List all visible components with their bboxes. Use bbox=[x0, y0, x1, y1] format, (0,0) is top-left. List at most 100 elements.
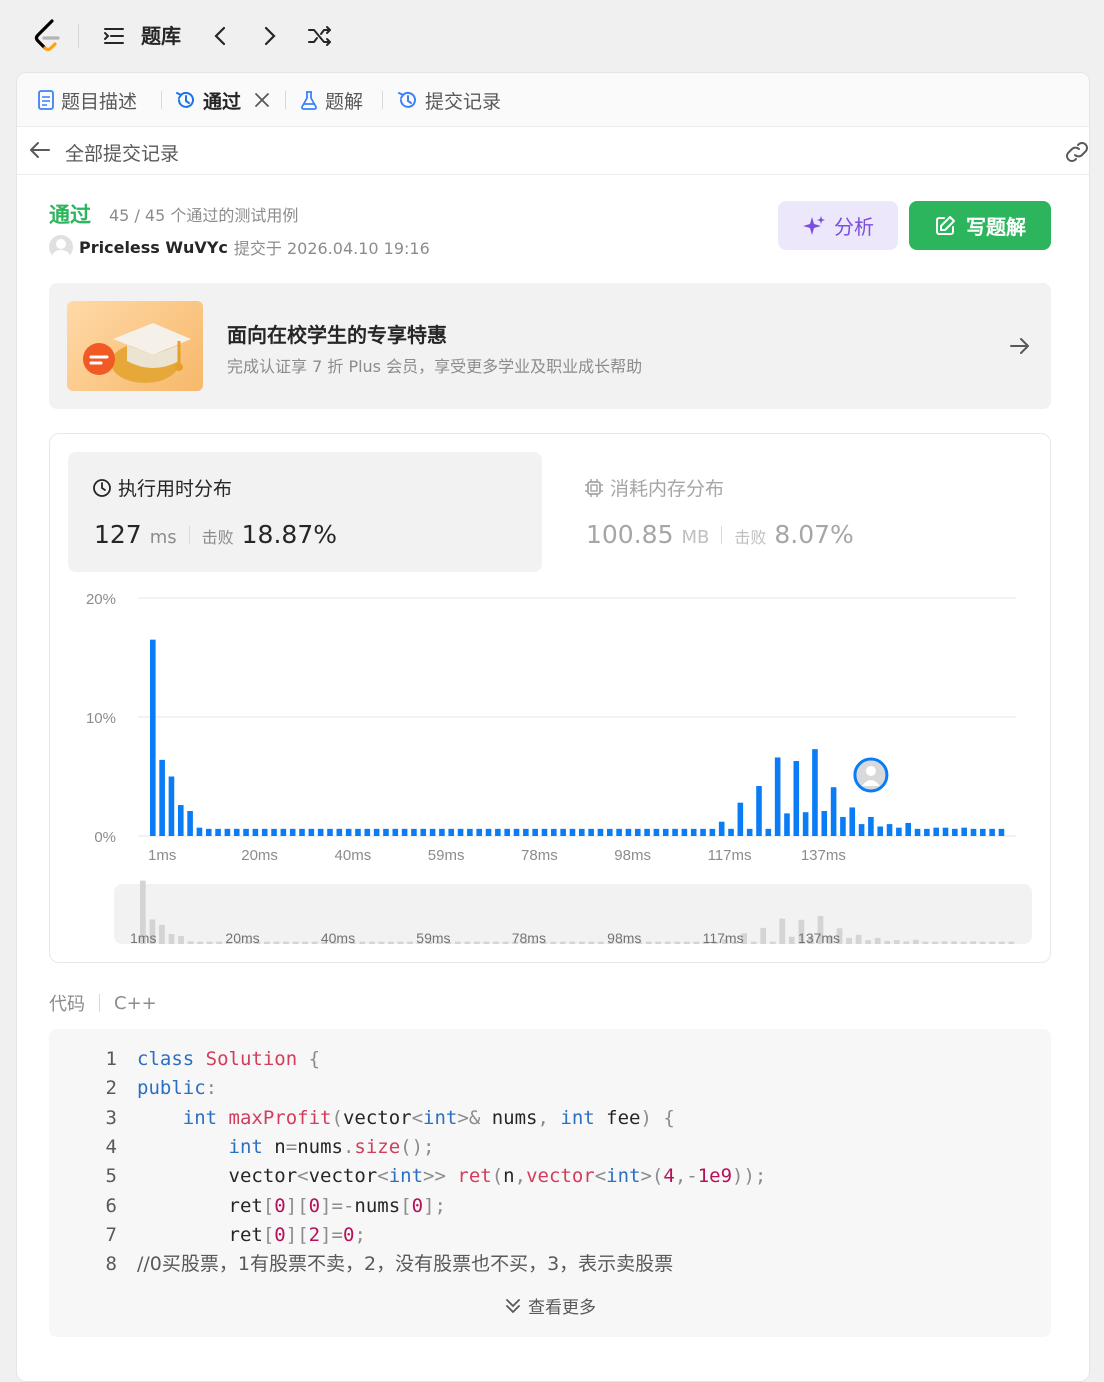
chart-bar[interactable] bbox=[802, 812, 809, 836]
chart-bar[interactable] bbox=[597, 828, 604, 836]
tab-solutions[interactable]: 题解 bbox=[299, 87, 363, 113]
chart-bar[interactable] bbox=[177, 805, 184, 836]
chart-bar[interactable] bbox=[877, 826, 884, 836]
chart-bar[interactable] bbox=[644, 828, 650, 836]
list-icon[interactable] bbox=[100, 22, 128, 50]
username[interactable]: Priceless WuVYc bbox=[79, 238, 228, 257]
chart-bar[interactable] bbox=[429, 828, 436, 836]
chart-bar[interactable] bbox=[280, 828, 287, 836]
chart-bar[interactable] bbox=[998, 828, 1005, 836]
chart-bar[interactable] bbox=[448, 828, 455, 836]
chart-bar[interactable] bbox=[896, 827, 902, 836]
chart-bar[interactable] bbox=[392, 828, 399, 836]
chart-bar[interactable] bbox=[261, 828, 268, 836]
chart-bar[interactable] bbox=[532, 828, 538, 836]
chart-bar[interactable] bbox=[513, 828, 520, 836]
chart-bar[interactable] bbox=[243, 828, 249, 836]
chart-bar[interactable] bbox=[830, 787, 837, 836]
chart-bar[interactable] bbox=[588, 828, 594, 836]
chart-bar[interactable] bbox=[299, 828, 305, 836]
problem-list-title[interactable]: 题库 bbox=[141, 22, 181, 50]
chart-bar[interactable] bbox=[345, 828, 352, 836]
chart-bar[interactable] bbox=[457, 828, 464, 836]
chart-bar[interactable] bbox=[681, 828, 688, 836]
code-block[interactable]: 8 //0买股票，1有股票不卖，2，没有股票也不买，3，表示卖股票 7 ret[0]… bbox=[49, 1029, 1051, 1337]
chart-bar[interactable] bbox=[700, 828, 706, 836]
chart-bar[interactable] bbox=[308, 828, 315, 836]
chart-bar[interactable] bbox=[439, 828, 445, 836]
chart-bar[interactable] bbox=[924, 828, 930, 836]
chart-bar[interactable] bbox=[289, 828, 296, 836]
chevron-left-icon[interactable] bbox=[206, 22, 234, 50]
chart-bar[interactable] bbox=[625, 828, 632, 836]
chart-bar[interactable] bbox=[840, 816, 846, 836]
chart-bar[interactable] bbox=[821, 811, 828, 836]
chart-bar[interactable] bbox=[401, 828, 408, 836]
student-promo-banner[interactable]: 面向在校学生的专享特惠 完成认证享 7 折 Plus 会员，享受更多学业及职业成… bbox=[49, 283, 1051, 409]
chart-bar[interactable] bbox=[812, 749, 818, 836]
chart-bar[interactable] bbox=[709, 828, 716, 836]
chart-bar[interactable] bbox=[933, 827, 939, 836]
chart-bar[interactable] bbox=[653, 828, 660, 836]
chart-bar[interactable] bbox=[159, 759, 165, 836]
chart-bar[interactable] bbox=[942, 827, 949, 836]
write-solution-button[interactable]: 写题解 bbox=[909, 201, 1051, 250]
chart-bar[interactable] bbox=[205, 828, 212, 836]
link-icon[interactable] bbox=[1063, 139, 1090, 165]
chart-bar[interactable] bbox=[728, 828, 734, 836]
chart-bar[interactable] bbox=[756, 786, 762, 836]
chart-bar[interactable] bbox=[662, 828, 669, 836]
tab-description[interactable]: 题目描述 bbox=[37, 87, 137, 113]
chart-bar[interactable] bbox=[690, 828, 697, 836]
chart-bar[interactable] bbox=[271, 828, 277, 836]
chart-bar[interactable] bbox=[317, 828, 324, 836]
chevron-right-icon[interactable] bbox=[256, 22, 284, 50]
chart-bar[interactable] bbox=[952, 828, 958, 836]
chart-bar[interactable] bbox=[224, 828, 231, 836]
chart-bar[interactable] bbox=[616, 828, 622, 836]
shuffle-icon[interactable] bbox=[306, 22, 334, 50]
chart-bar[interactable] bbox=[252, 828, 259, 836]
all-submissions-link[interactable]: 全部提交记录 bbox=[65, 139, 179, 166]
chart-bar[interactable] bbox=[187, 811, 193, 836]
arrow-right-icon[interactable] bbox=[1007, 333, 1033, 359]
logo[interactable] bbox=[32, 18, 64, 54]
chart-bar[interactable] bbox=[970, 828, 977, 836]
chart-bar[interactable] bbox=[579, 828, 585, 836]
show-more-button[interactable]: 查看更多 bbox=[49, 1293, 1051, 1318]
chart-bar[interactable] bbox=[765, 828, 772, 836]
chart-bar[interactable] bbox=[411, 828, 417, 836]
chart-bar[interactable] bbox=[569, 828, 576, 836]
chart-bar[interactable] bbox=[495, 828, 501, 836]
chart-bar[interactable] bbox=[634, 828, 641, 836]
chart-bar[interactable] bbox=[886, 824, 893, 836]
chart-bar[interactable] bbox=[980, 828, 986, 836]
chart-bar[interactable] bbox=[961, 827, 967, 836]
avatar[interactable] bbox=[49, 235, 73, 259]
chart-bar[interactable] bbox=[551, 828, 557, 836]
chart-bar[interactable] bbox=[718, 821, 725, 836]
chart-bar[interactable] bbox=[364, 828, 371, 836]
chart-bar[interactable] bbox=[215, 828, 221, 836]
chart-bar[interactable] bbox=[327, 828, 333, 836]
chart-bar[interactable] bbox=[420, 828, 427, 836]
chart-bar[interactable] bbox=[793, 761, 800, 836]
chart-bar[interactable] bbox=[989, 828, 995, 836]
chart-bar[interactable] bbox=[196, 827, 203, 836]
chart-bar[interactable] bbox=[784, 813, 790, 836]
chart-bar[interactable] bbox=[914, 828, 921, 836]
tab-submissions[interactable]: 提交记录 bbox=[397, 87, 501, 113]
chart-bar[interactable] bbox=[523, 828, 529, 836]
chart-bar[interactable] bbox=[541, 828, 548, 836]
chart-bar[interactable] bbox=[467, 828, 473, 836]
chart-bar[interactable] bbox=[168, 776, 175, 837]
chart-bar[interactable] bbox=[383, 828, 389, 836]
chart-bar[interactable] bbox=[858, 824, 865, 836]
analyze-button[interactable]: 分析 bbox=[778, 201, 898, 250]
chart-bar[interactable] bbox=[774, 757, 781, 836]
scrollbar-thumb[interactable] bbox=[1089, 201, 1090, 1069]
chart-bar[interactable] bbox=[485, 828, 492, 836]
chart-bar[interactable] bbox=[868, 816, 874, 836]
chart-bar[interactable] bbox=[746, 828, 753, 836]
runtime-distribution-chart[interactable]: 20% 10% 0% 1ms 20ms 40ms 59ms 78ms 98ms 117ms 137m… bbox=[50, 434, 1052, 964]
